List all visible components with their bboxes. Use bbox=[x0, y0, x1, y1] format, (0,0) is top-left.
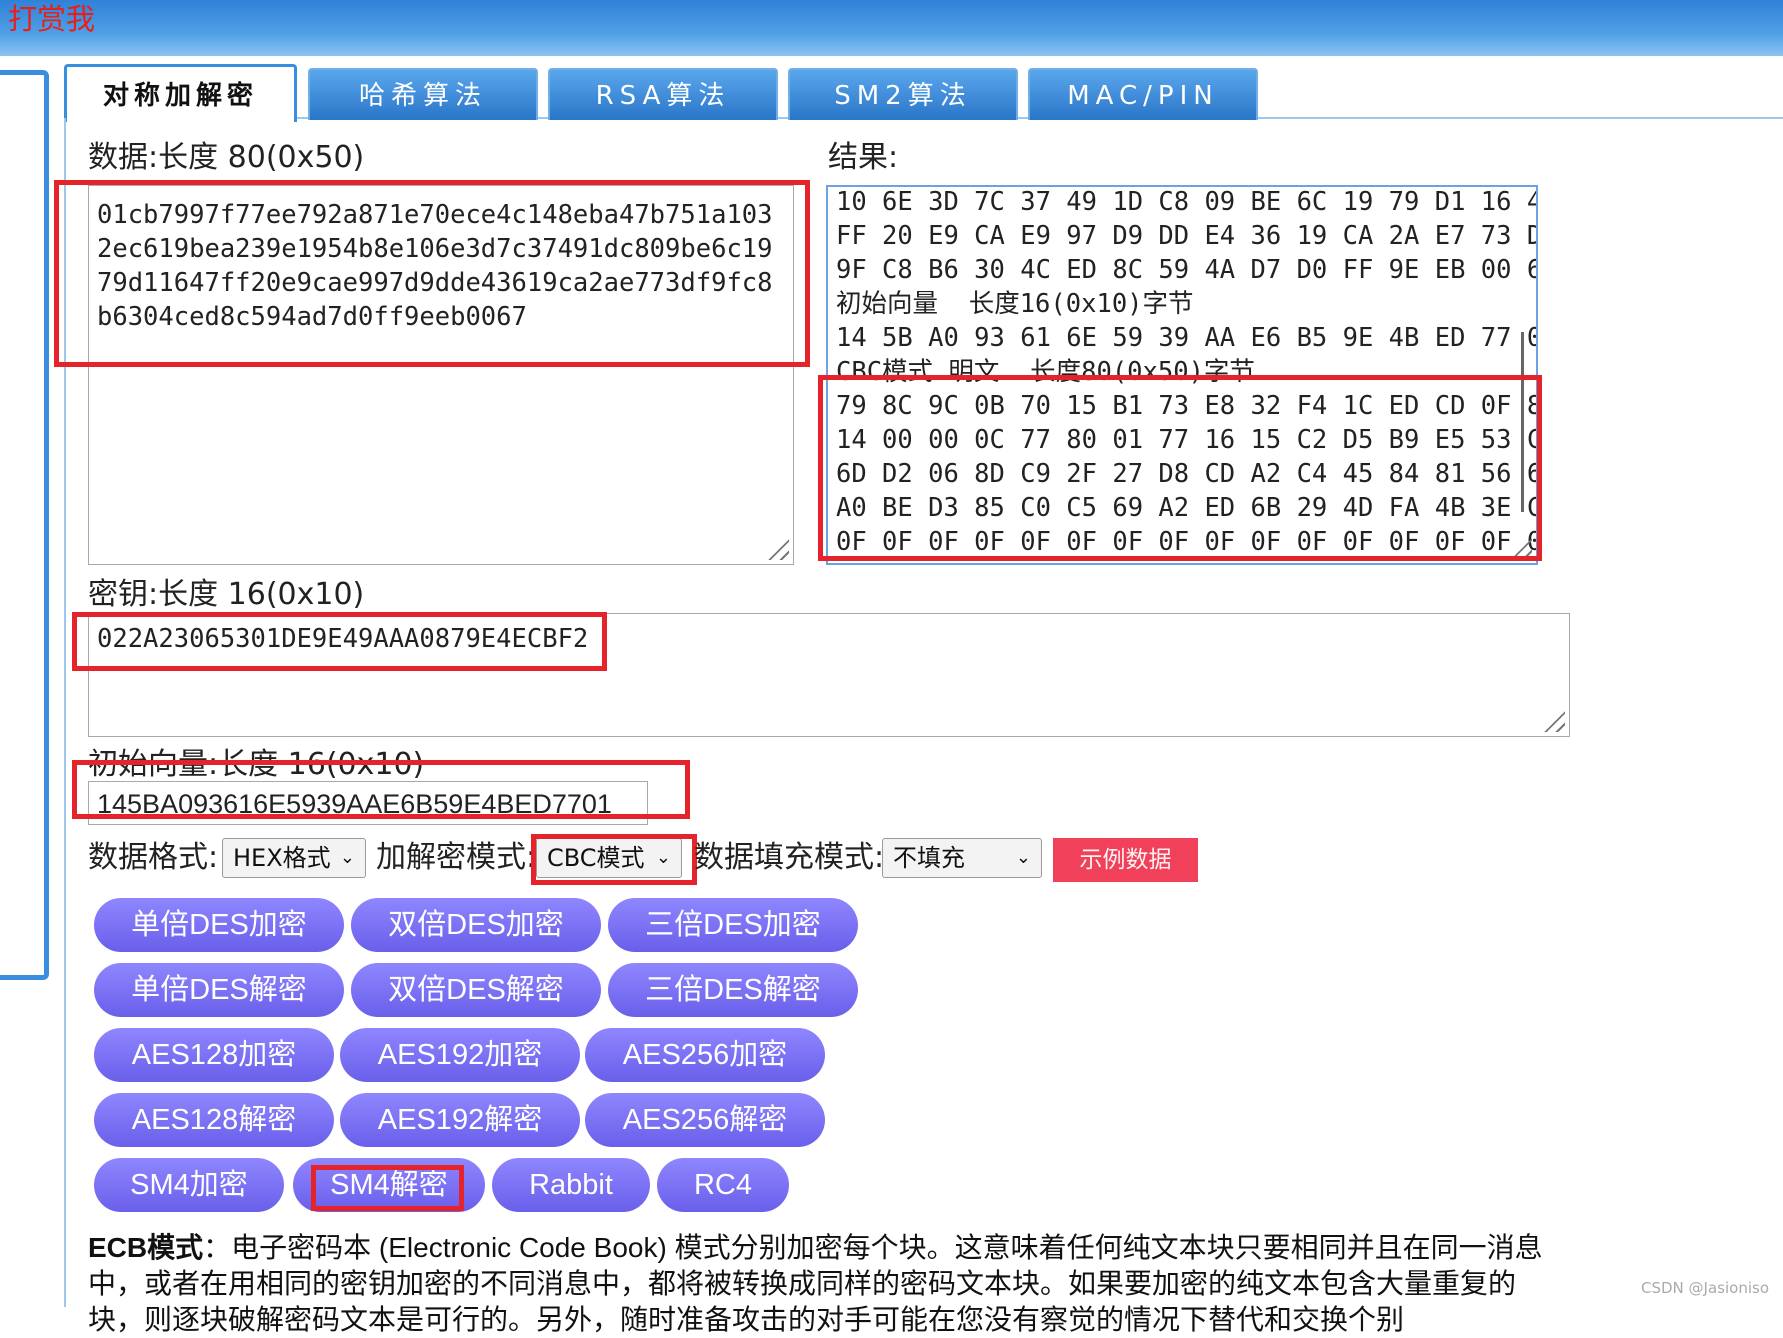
aes128-encrypt-button[interactable]: AES128加密 bbox=[94, 1028, 334, 1082]
result-line: 初始向量 长度16(0x10)字节 bbox=[836, 289, 1194, 319]
des-triple-encrypt-button[interactable]: 三倍DES加密 bbox=[608, 898, 858, 952]
sm4-encrypt-button[interactable]: SM4加密 bbox=[94, 1158, 284, 1212]
tab-hash[interactable]: 哈希算法 bbox=[308, 68, 538, 120]
des-double-encrypt-button[interactable]: 双倍DES加密 bbox=[351, 898, 601, 952]
key-label: 密钥:长度 16(0x10) bbox=[88, 577, 365, 612]
des-single-decrypt-button[interactable]: 单倍DES解密 bbox=[94, 963, 344, 1017]
highlight-data bbox=[54, 180, 810, 367]
rabbit-button[interactable]: Rabbit bbox=[492, 1158, 650, 1212]
description-text: ：电子密码本 (Electronic Code Book) 模式分别加密每个块。… bbox=[88, 1232, 1543, 1335]
format-select[interactable]: HEX格式 ⌄ bbox=[222, 838, 366, 878]
aes192-encrypt-button[interactable]: AES192加密 bbox=[340, 1028, 580, 1082]
highlight-mode bbox=[531, 834, 697, 885]
aes192-decrypt-button[interactable]: AES192解密 bbox=[340, 1093, 580, 1147]
mode-description: ECB模式：电子密码本 (Electronic Code Book) 模式分别加… bbox=[88, 1230, 1558, 1338]
description-term: ECB模式 bbox=[88, 1232, 204, 1263]
format-label: 数据格式: bbox=[88, 840, 219, 875]
resize-grip-icon[interactable] bbox=[763, 534, 789, 560]
result-line: 14 5B A0 93 61 6E 59 39 AA E6 B5 9E 4B E… bbox=[836, 323, 1538, 353]
demo-data-button[interactable]: 示例数据 bbox=[1053, 838, 1198, 882]
tab-sm2[interactable]: SM2算法 bbox=[788, 68, 1018, 120]
des-triple-decrypt-button[interactable]: 三倍DES解密 bbox=[608, 963, 858, 1017]
rc4-button[interactable]: RC4 bbox=[657, 1158, 789, 1212]
tab-mac-pin[interactable]: MAC/PIN bbox=[1028, 68, 1258, 120]
highlight-iv bbox=[72, 760, 690, 819]
top-bar: 打赏我 bbox=[0, 0, 1783, 56]
tab-symmetric[interactable]: 对称加解密 bbox=[64, 64, 297, 122]
padding-label: 数据填充模式: bbox=[694, 840, 885, 875]
highlight-key bbox=[72, 612, 607, 671]
tab-rsa[interactable]: RSA算法 bbox=[548, 68, 778, 120]
des-double-decrypt-button[interactable]: 双倍DES解密 bbox=[351, 963, 601, 1017]
highlight-sm4-decrypt bbox=[311, 1165, 464, 1211]
result-line: 10 6E 3D 7C 37 49 1D C8 09 BE 6C 19 79 D… bbox=[836, 187, 1538, 217]
des-single-encrypt-button[interactable]: 单倍DES加密 bbox=[94, 898, 344, 952]
result-label: 结果: bbox=[828, 140, 899, 175]
data-label: 数据:长度 80(0x50) bbox=[88, 140, 365, 175]
chevron-down-icon: ⌄ bbox=[1015, 847, 1031, 868]
padding-select-value: 不填充 bbox=[893, 844, 965, 872]
aes128-decrypt-button[interactable]: AES128解密 bbox=[94, 1093, 334, 1147]
result-line: 9F C8 B6 30 4C ED 8C 59 4A D7 D0 FF 9E E… bbox=[836, 255, 1538, 285]
left-side-frame bbox=[0, 70, 49, 980]
mode-label: 加解密模式: bbox=[376, 840, 537, 875]
reward-link[interactable]: 打赏我 bbox=[8, 2, 95, 36]
watermark: CSDN @Jasioniso bbox=[1641, 1279, 1769, 1297]
aes256-encrypt-button[interactable]: AES256加密 bbox=[585, 1028, 825, 1082]
chevron-down-icon: ⌄ bbox=[339, 847, 355, 868]
aes256-decrypt-button[interactable]: AES256解密 bbox=[585, 1093, 825, 1147]
highlight-result bbox=[818, 375, 1542, 561]
resize-grip-icon[interactable] bbox=[1539, 706, 1565, 732]
padding-select[interactable]: 不填充 ⌄ bbox=[882, 838, 1042, 878]
result-line: FF 20 E9 CA E9 97 D9 DD E4 36 19 CA 2A E… bbox=[836, 221, 1538, 251]
format-select-value: HEX格式 bbox=[233, 844, 331, 872]
